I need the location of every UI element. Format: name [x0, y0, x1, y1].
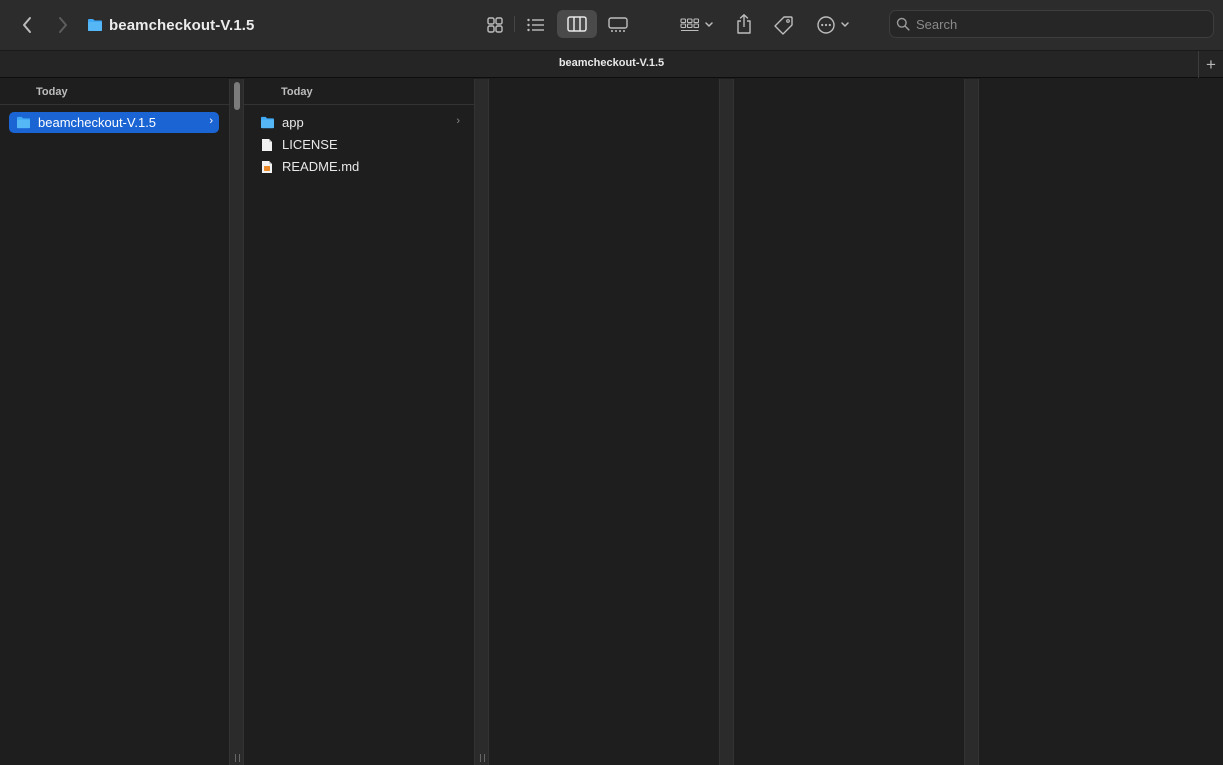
- folder-icon: [17, 116, 30, 129]
- column-4[interactable]: [734, 79, 964, 765]
- list-item-readme[interactable]: README.md: [261, 156, 466, 177]
- column-header: Today: [244, 79, 474, 105]
- share-button[interactable]: [732, 10, 756, 38]
- list-item-label: app: [282, 115, 304, 130]
- more-actions-button[interactable]: [812, 11, 854, 39]
- ellipsis-circle-icon: [817, 16, 835, 34]
- column-view-icon: [567, 16, 587, 32]
- column-1[interactable]: Today beamcheckout-V.1.5 ›: [0, 79, 229, 765]
- markdown-document-icon: [262, 160, 272, 173]
- back-button[interactable]: [14, 12, 40, 38]
- column-2[interactable]: Today app › LICENSE README.md: [244, 79, 474, 765]
- chevron-left-icon: [23, 17, 31, 33]
- new-tab-button[interactable]: +: [1198, 51, 1223, 78]
- list-view-icon: [527, 18, 544, 32]
- toolbar: beamcheckout-V.1.5: [0, 0, 1223, 50]
- group-menu-button[interactable]: [676, 11, 718, 39]
- column-view-button[interactable]: [557, 10, 597, 38]
- column-resize-handle[interactable]: [235, 754, 240, 762]
- window-title: beamcheckout-V.1.5: [87, 13, 254, 37]
- search-field[interactable]: [889, 10, 1214, 38]
- share-icon: [737, 14, 751, 34]
- window-title-text: beamcheckout-V.1.5: [109, 16, 255, 34]
- folder-icon: [88, 19, 102, 31]
- column-divider[interactable]: [719, 79, 734, 765]
- icon-view-button[interactable]: [481, 11, 509, 39]
- column-divider[interactable]: [229, 79, 244, 765]
- chevron-right-icon: [59, 17, 67, 33]
- document-icon: [262, 138, 272, 151]
- forward-button[interactable]: [50, 12, 76, 38]
- list-item-app[interactable]: app ›: [260, 112, 466, 133]
- tag-button[interactable]: [770, 11, 798, 39]
- chevron-right-icon: ›: [209, 115, 213, 127]
- list-item-beamcheckout[interactable]: beamcheckout-V.1.5 ›: [9, 112, 219, 133]
- column-divider[interactable]: [964, 79, 979, 765]
- column-header: Today: [0, 79, 229, 105]
- search-input[interactable]: [916, 16, 1206, 32]
- column-divider[interactable]: [474, 79, 489, 765]
- list-item-label: beamcheckout-V.1.5: [38, 115, 157, 130]
- chevron-down-icon: [705, 22, 713, 28]
- gallery-view-icon: [608, 17, 628, 32]
- folder-icon: [261, 116, 274, 129]
- tag-icon: [774, 16, 793, 35]
- column-resize-handle[interactable]: [480, 754, 485, 762]
- tab-title[interactable]: beamcheckout-V.1.5: [0, 57, 1223, 69]
- icon-view-icon: [487, 17, 503, 33]
- list-view-button[interactable]: [522, 11, 550, 39]
- column-browser: Today beamcheckout-V.1.5 › Today app › L…: [0, 79, 1223, 765]
- gallery-view-button[interactable]: [603, 11, 633, 39]
- search-icon: [896, 17, 910, 31]
- column-5[interactable]: [979, 79, 1223, 765]
- list-item-label: README.md: [282, 159, 360, 174]
- chevron-right-icon: ›: [456, 115, 460, 127]
- list-item-label: LICENSE: [282, 137, 338, 152]
- tab-bar: beamcheckout-V.1.5 +: [0, 50, 1223, 78]
- toolbar-separator: [514, 16, 515, 32]
- list-item-license[interactable]: LICENSE: [261, 134, 466, 155]
- column-3[interactable]: [489, 79, 719, 765]
- scrollbar-thumb[interactable]: [234, 82, 240, 110]
- chevron-down-icon: [841, 22, 849, 28]
- group-icon: [680, 18, 700, 32]
